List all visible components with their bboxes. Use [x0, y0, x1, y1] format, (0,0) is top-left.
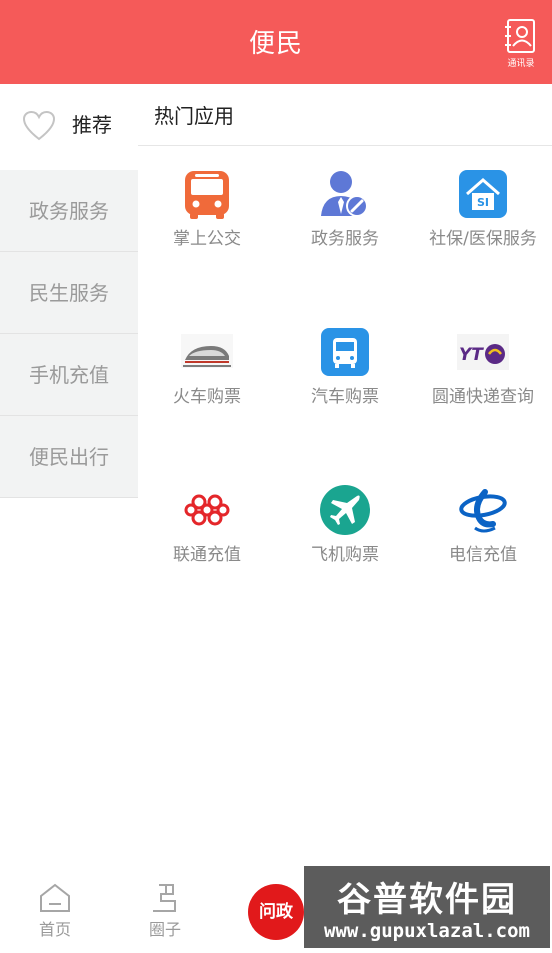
app-label: 汽车购票 [311, 387, 379, 407]
section-title: 热门应用 [154, 104, 234, 128]
sidebar-item-travel[interactable]: 便民出行 [0, 416, 138, 498]
social-security-house-icon: SI [459, 170, 507, 218]
watermark: 谷普软件园 www.gupuxlazal.com [304, 866, 550, 948]
train-icon [181, 334, 233, 368]
contacts-book-icon [505, 19, 535, 53]
china-unicom-logo [184, 494, 230, 526]
sidebar-item-phone-recharge[interactable]: 手机充值 [0, 334, 138, 416]
yto-express-logo: YT [457, 334, 509, 370]
svg-text:YT: YT [459, 345, 484, 365]
watermark-title: 谷普软件园 [337, 880, 517, 920]
app-label: 社保/医保服务 [429, 229, 537, 249]
airplane-icon [320, 485, 370, 535]
app-label: 政务服务 [311, 229, 379, 249]
contacts-button[interactable]: 通讯录 [502, 18, 540, 72]
app-coach-ticket[interactable]: 汽车购票 [276, 326, 414, 411]
heart-icon [22, 110, 56, 141]
app-flight-ticket[interactable]: 飞机购票 [276, 484, 414, 569]
app-label: 电信充值 [449, 545, 517, 565]
app-label: 火车购票 [173, 387, 241, 407]
contacts-label: 通讯录 [507, 59, 535, 69]
sidebar-item-label: 民生服务 [29, 281, 109, 305]
header-bar: 便民 通讯录 [0, 0, 552, 84]
category-sidebar: 推荐 政务服务 民生服务 手机充值 便民出行 [0, 84, 138, 498]
official-person-icon [321, 171, 368, 217]
sidebar-item-government[interactable]: 政务服务 [0, 170, 138, 252]
sidebar-item-livelihood[interactable]: 民生服务 [0, 252, 138, 334]
sidebar-item-label: 推荐 [72, 113, 112, 137]
china-telecom-logo [459, 489, 507, 533]
divider [138, 145, 552, 146]
app-government-service[interactable]: 政务服务 [276, 168, 414, 253]
app-bus[interactable]: 掌上公交 [138, 168, 276, 253]
watermark-url: www.gupuxlazal.com [324, 920, 530, 942]
app-yto-express[interactable]: YT 圆通快递查询 [414, 326, 552, 411]
coach-bus-icon [321, 328, 369, 376]
app-label: 圆通快递查询 [432, 387, 534, 407]
sidebar-item-label: 政务服务 [29, 199, 109, 223]
tab-label: 问政 [259, 902, 293, 922]
tab-label: 圈子 [148, 920, 181, 939]
sidebar-item-recommended[interactable]: 推荐 [0, 84, 138, 166]
tab-home[interactable]: 首页 [25, 882, 85, 940]
app-telecom-recharge[interactable]: 电信充值 [414, 484, 552, 569]
sidebar-item-label: 手机充值 [29, 363, 109, 387]
svg-text:SI: SI [477, 196, 489, 209]
app-train-ticket[interactable]: 火车购票 [138, 326, 276, 411]
tab-circle[interactable]: 圈子 [135, 882, 195, 940]
page-title: 便民 [248, 29, 303, 59]
home-icon [40, 883, 70, 912]
app-label: 飞机购票 [311, 545, 379, 565]
app-label: 联通充值 [173, 545, 241, 565]
app-unicom-recharge[interactable]: 联通充值 [138, 484, 276, 569]
bus-icon [185, 171, 229, 219]
community-icon [153, 884, 176, 912]
tab-label: 首页 [38, 920, 71, 939]
app-social-security[interactable]: SI 社保/医保服务 [414, 168, 552, 253]
tab-inquiry[interactable]: 问政 [248, 884, 304, 940]
app-label: 掌上公交 [173, 229, 241, 249]
sidebar-item-label: 便民出行 [29, 445, 109, 469]
